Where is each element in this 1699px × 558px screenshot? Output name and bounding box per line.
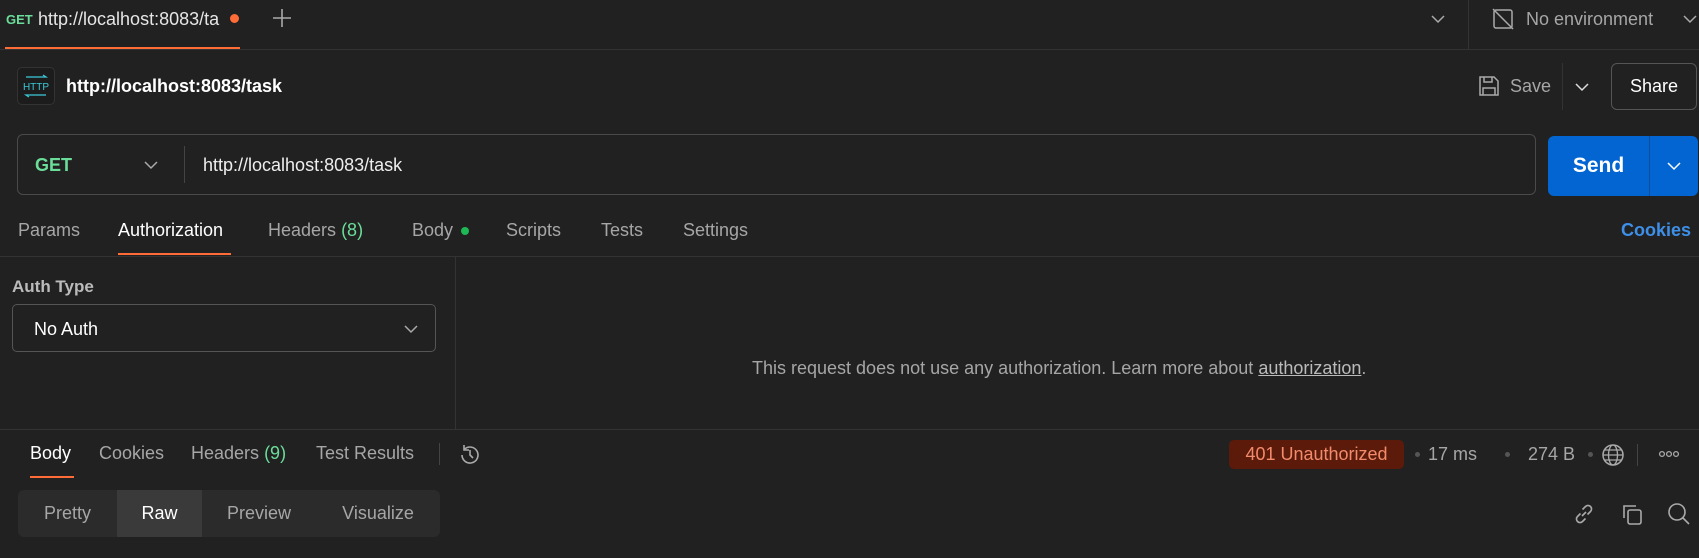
view-pretty[interactable]: Pretty (18, 490, 117, 537)
cookies-link[interactable]: Cookies (1621, 220, 1691, 241)
tab-headers-label: Headers (268, 220, 337, 240)
auth-chevron-down-icon (403, 323, 419, 335)
meta-dot (1415, 452, 1420, 457)
response-divider (0, 429, 1699, 430)
tab-scripts[interactable]: Scripts (506, 220, 561, 241)
auth-type-select[interactable]: No Auth (12, 304, 436, 352)
save-divider (1562, 63, 1563, 110)
http-request-icon: HTTP (17, 67, 55, 105)
send-button[interactable]: Send (1548, 136, 1649, 196)
auth-type-value: No Auth (34, 319, 99, 339)
globe-icon[interactable] (1601, 443, 1625, 467)
tab-bar-divider (0, 49, 1699, 50)
tab-body-label: Body (412, 220, 454, 240)
tab-headers[interactable]: Headers (8) (268, 220, 363, 241)
search-icon[interactable] (1667, 502, 1691, 526)
method-divider (184, 146, 185, 183)
response-tab-cookies[interactable]: Cookies (99, 443, 164, 464)
chevron-down-icon (1667, 162, 1681, 171)
auth-message: This request does not use any authorizat… (752, 358, 1366, 379)
auth-panel-divider (455, 256, 456, 429)
meta-separator (1637, 444, 1638, 466)
view-raw[interactable]: Raw (117, 490, 202, 537)
response-tab-headers[interactable]: Headers (9) (191, 443, 286, 464)
no-environment-icon (1492, 8, 1514, 30)
send-options-button[interactable] (1649, 136, 1698, 196)
response-tab-body[interactable]: Body (30, 443, 71, 464)
environment-label: No environment (1526, 9, 1654, 29)
response-time[interactable]: 17 ms (1428, 444, 1477, 465)
auth-type-label: Auth Type (12, 277, 94, 296)
unsaved-dot-icon (230, 14, 239, 23)
meta-dot (1588, 452, 1593, 457)
response-size[interactable]: 274 B (1528, 444, 1575, 465)
more-options-icon[interactable] (1658, 448, 1680, 460)
response-tab-test-results[interactable]: Test Results (316, 443, 414, 464)
copy-icon[interactable] (1620, 502, 1644, 526)
response-headers-label: Headers (191, 443, 260, 463)
meta-dot (1505, 452, 1510, 457)
history-icon[interactable] (458, 443, 482, 467)
tab-body[interactable]: Body (412, 220, 453, 241)
headers-count: (8) (341, 220, 364, 240)
auth-message-text: This request does not use any authorizat… (752, 358, 1259, 378)
view-preview[interactable]: Preview (202, 490, 316, 537)
request-title: http://localhost:8083/task (66, 76, 283, 96)
tab-params[interactable]: Params (18, 220, 80, 241)
tab-tests[interactable]: Tests (601, 220, 643, 241)
env-divider (1468, 0, 1469, 49)
method-value: GET (35, 155, 73, 175)
response-headers-count: (9) (264, 443, 287, 463)
tab-settings[interactable]: Settings (683, 220, 748, 241)
authorization-link[interactable]: authorization (1258, 358, 1361, 378)
tabs-divider (0, 256, 1699, 257)
status-badge[interactable]: 401 Unauthorized (1229, 440, 1404, 469)
new-tab-plus-icon[interactable] (272, 8, 292, 28)
tabs-chevron-down-icon[interactable] (1430, 13, 1446, 25)
save-icon (1478, 75, 1500, 97)
response-tabs-separator (439, 443, 440, 465)
auth-message-end: . (1361, 358, 1367, 378)
method-chevron-down-icon (143, 159, 159, 171)
response-tab-underline (30, 476, 74, 478)
view-visualize[interactable]: Visualize (316, 490, 440, 537)
active-tab-underline (118, 253, 231, 255)
env-chevron-down-icon (1682, 13, 1698, 25)
tab-authorization[interactable]: Authorization (118, 220, 223, 241)
link-icon[interactable] (1572, 502, 1596, 526)
tab-title: http://localhost:8083/ta (38, 9, 220, 29)
save-label: Save (1510, 76, 1552, 96)
tab-method: GET (6, 12, 33, 27)
svg-text:HTTP: HTTP (23, 82, 49, 93)
url-input[interactable]: http://localhost:8083/task (203, 155, 402, 176)
share-button[interactable]: Share (1611, 63, 1697, 110)
body-dot-icon (461, 227, 469, 235)
save-options-chevron-icon[interactable] (1574, 81, 1590, 93)
